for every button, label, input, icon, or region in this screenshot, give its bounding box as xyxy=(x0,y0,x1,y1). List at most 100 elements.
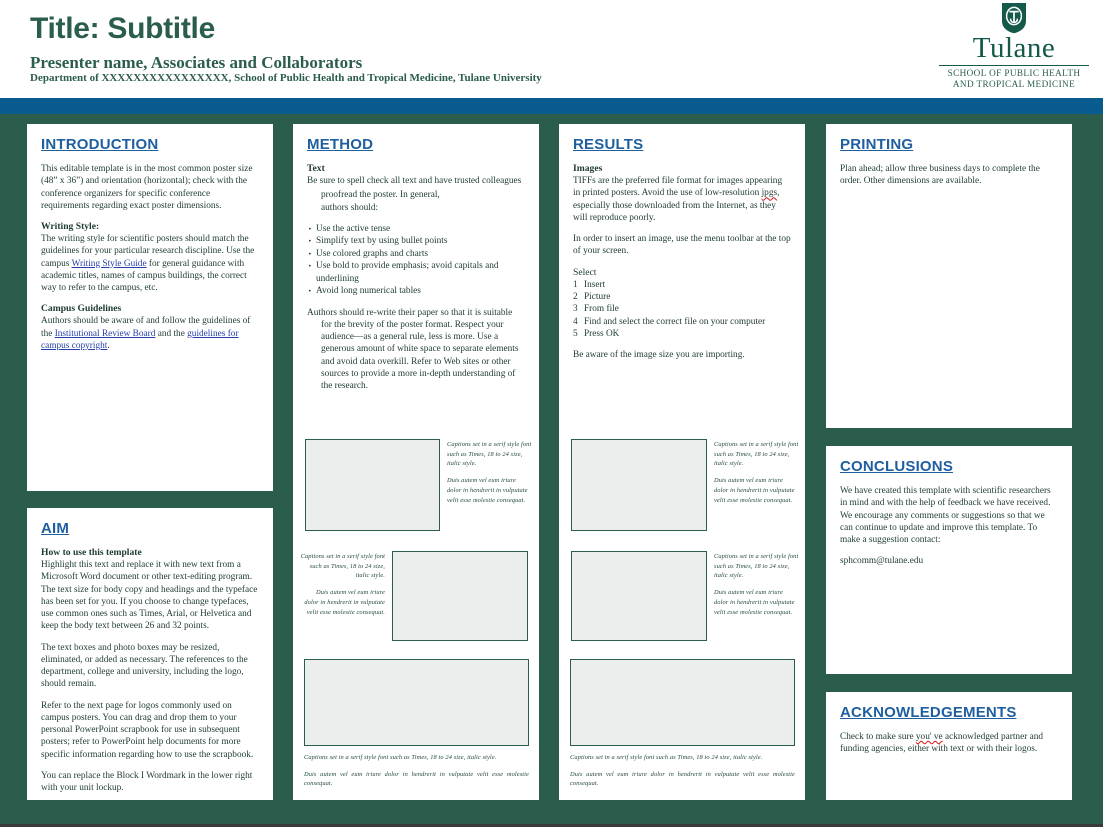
presenter-names: Presenter name, Associates and Collabora… xyxy=(30,53,363,72)
aim-paragraph-1: Highlight this text and replace it with … xyxy=(41,560,258,632)
list-item: 1 Insert xyxy=(573,279,791,291)
caption-line-2: Duis autem vel eum iriure dolor in hendr… xyxy=(304,589,385,616)
caption-line-2: Duis autem vel eum iriure dolor in hendr… xyxy=(570,770,795,788)
tulane-logo: Tulane SCHOOL OF PUBLIC HEALTH AND TROPI… xyxy=(930,2,1098,90)
list-item: 4 Find and select the correct file on you… xyxy=(573,316,791,328)
step-number: 1 xyxy=(573,279,578,290)
panel-aim: AIM How to use this template Highlight t… xyxy=(27,508,273,800)
list-item: Use bold to provide emphasis; avoid capi… xyxy=(307,259,525,285)
method-paragraph-1-cont-b: authors should: xyxy=(321,202,379,213)
acknowledgements-paragraph-1: Check to make sure you' ve acknowledged … xyxy=(840,731,1058,756)
affiliation-line: Department of XXXXXXXXXXXXXXXX, School o… xyxy=(30,72,542,84)
panel-printing: PRINTING Plan ahead; allow three busines… xyxy=(826,124,1072,428)
poster-canvas: Title: Subtitle Presenter name, Associat… xyxy=(0,0,1103,827)
results-paragraph-2: In order to insert an image, use the men… xyxy=(573,234,791,257)
caption-line-1: Captions set in a serif style font such … xyxy=(570,754,763,761)
tulane-shield-icon xyxy=(1002,3,1026,34)
caption-line-1: Captions set in a serif style font such … xyxy=(714,553,799,580)
step-number: 3 xyxy=(573,304,578,315)
results-text-a: TIFFs are the preferred file format for … xyxy=(573,176,783,199)
heading-printing: PRINTING xyxy=(840,136,914,153)
method-paragraph-2-first: Authors should re-write their paper so t… xyxy=(307,307,513,318)
spellcheck-misspelling-youve: you' ve xyxy=(915,732,943,742)
caption-line-1: Captions set in a serif style font such … xyxy=(300,553,385,580)
method-text-heading: Text xyxy=(307,163,325,174)
step-text: Picture xyxy=(584,291,611,302)
logo-divider xyxy=(939,65,1089,66)
writing-style-guide-link[interactable]: Writing Style Guide xyxy=(72,259,147,269)
caption-line-1: Captions set in a serif style font such … xyxy=(304,754,497,761)
campus-text-c: . xyxy=(107,340,110,351)
results-select-heading: Select xyxy=(573,266,597,278)
list-item: Avoid long numerical tables xyxy=(307,284,525,299)
caption-line-2: Duis autem vel eum iriure dolor in hendr… xyxy=(714,477,795,504)
caption-results-3: Captions set in a serif style font such … xyxy=(570,753,795,789)
step-text: Press OK xyxy=(584,329,620,340)
image-placeholder-results-2[interactable] xyxy=(571,551,707,641)
caption-method-2: Captions set in a serif style font such … xyxy=(300,552,385,617)
spellcheck-misspelling-jpgs: jpgs xyxy=(761,188,778,199)
results-paragraph-1: TIFFs are the preferred file format for … xyxy=(573,175,791,224)
printing-paragraph-1: Plan ahead; allow three business days to… xyxy=(840,164,1040,187)
tulane-wordmark: Tulane xyxy=(972,32,1056,64)
caption-results-1: Captions set in a serif style font such … xyxy=(714,440,799,505)
conclusions-paragraph-1: We have created this template with scien… xyxy=(840,486,1051,546)
image-placeholder-results-1[interactable] xyxy=(571,439,707,531)
method-paragraph-1: Be sure to spell check all text and have… xyxy=(307,176,522,186)
aim-paragraph-2: The text boxes and photo boxes may be re… xyxy=(41,642,248,690)
step-number: 4 xyxy=(573,316,578,327)
heading-aim: AIM xyxy=(41,520,70,537)
caption-line-2: Duis autem vel eum iriure dolor in hendr… xyxy=(714,589,795,616)
image-placeholder-method-1[interactable] xyxy=(305,439,440,531)
caption-line-1: Captions set in a serif style font such … xyxy=(714,441,799,468)
logo-subline-1: SCHOOL OF PUBLIC HEALTH xyxy=(947,68,1081,78)
introduction-writing-style-heading: Writing Style: xyxy=(41,221,100,233)
results-steps-list: 1 Insert 2 Picture 3 From file 4 Find and se… xyxy=(573,279,791,341)
caption-line-1: Captions set in a serif style font such … xyxy=(447,441,532,468)
panel-introduction: INTRODUCTION This editable template is i… xyxy=(27,124,273,491)
method-paragraph-2-rest: for the brevity of the poster format. Re… xyxy=(321,319,519,392)
caption-results-2: Captions set in a serif style font such … xyxy=(714,552,799,617)
ack-text-a: Check to make sure xyxy=(840,732,916,742)
heading-acknowledgements: ACKNOWLEDGEMENTS xyxy=(840,704,1017,721)
institutional-review-board-link[interactable]: Institutional Review Board xyxy=(55,329,156,339)
caption-line-2: Duis autem vel eum iriure dolor in hendr… xyxy=(304,770,529,788)
logo-subline-2: AND TROPICAL MEDICINE xyxy=(952,78,1076,89)
poster-header: Title: Subtitle Presenter name, Associat… xyxy=(0,0,1103,98)
method-paragraph-1-cont-a: proofread the poster. In general, xyxy=(321,190,440,201)
introduction-campus-guidelines-heading: Campus Guidelines xyxy=(41,303,122,315)
step-text: From file xyxy=(584,304,619,315)
caption-method-3: Captions set in a serif style font such … xyxy=(304,753,529,789)
list-item: Simplify text by using bullet points xyxy=(307,234,525,249)
list-item: 2 Picture xyxy=(573,291,791,303)
panel-conclusions: CONCLUSIONS We have created this templat… xyxy=(826,446,1072,674)
image-placeholder-method-2[interactable] xyxy=(392,551,528,641)
panel-acknowledgements: ACKNOWLEDGEMENTS Check to make sure you'… xyxy=(826,692,1072,800)
caption-line-2: Duis autem vel eum iriure dolor in hendr… xyxy=(447,477,528,504)
introduction-writing-style-text: The writing style for scientific posters… xyxy=(41,233,259,294)
aim-paragraph-4: You can replace the Block I Wordmark in … xyxy=(41,770,253,794)
step-text: Find and select the correct file on your… xyxy=(584,316,766,327)
step-number: 5 xyxy=(573,329,578,340)
step-text: Insert xyxy=(584,279,606,290)
results-images-heading: Images xyxy=(573,163,603,174)
heading-introduction: INTRODUCTION xyxy=(41,136,159,153)
image-placeholder-results-3[interactable] xyxy=(570,659,795,746)
introduction-paragraph-1: This editable template is in the most co… xyxy=(41,164,253,211)
list-item: 3 From file xyxy=(573,303,791,315)
image-placeholder-method-3[interactable] xyxy=(304,659,529,746)
method-bullet-list: Use the active tense Simplify text by us… xyxy=(307,222,525,300)
conclusions-contact-email: sphcomm@tulane.edu xyxy=(840,556,924,567)
list-item: Use the active tense xyxy=(307,222,525,237)
campus-text-b: and the xyxy=(155,328,188,339)
list-item: Use colored graphs and charts xyxy=(307,247,525,262)
introduction-campus-guidelines-text: Authors should be aware of and follow th… xyxy=(41,315,259,352)
list-item: 5 Press OK xyxy=(573,328,791,340)
step-number: 2 xyxy=(573,291,578,302)
results-paragraph-3: Be aware of the image size you are impor… xyxy=(573,350,745,361)
aim-paragraph-3: Refer to the next page for logos commonl… xyxy=(41,700,254,760)
heading-method: METHOD xyxy=(307,136,374,153)
heading-results: RESULTS xyxy=(573,136,644,153)
heading-conclusions: CONCLUSIONS xyxy=(840,458,954,475)
aim-sub-heading: How to use this template xyxy=(41,547,142,558)
